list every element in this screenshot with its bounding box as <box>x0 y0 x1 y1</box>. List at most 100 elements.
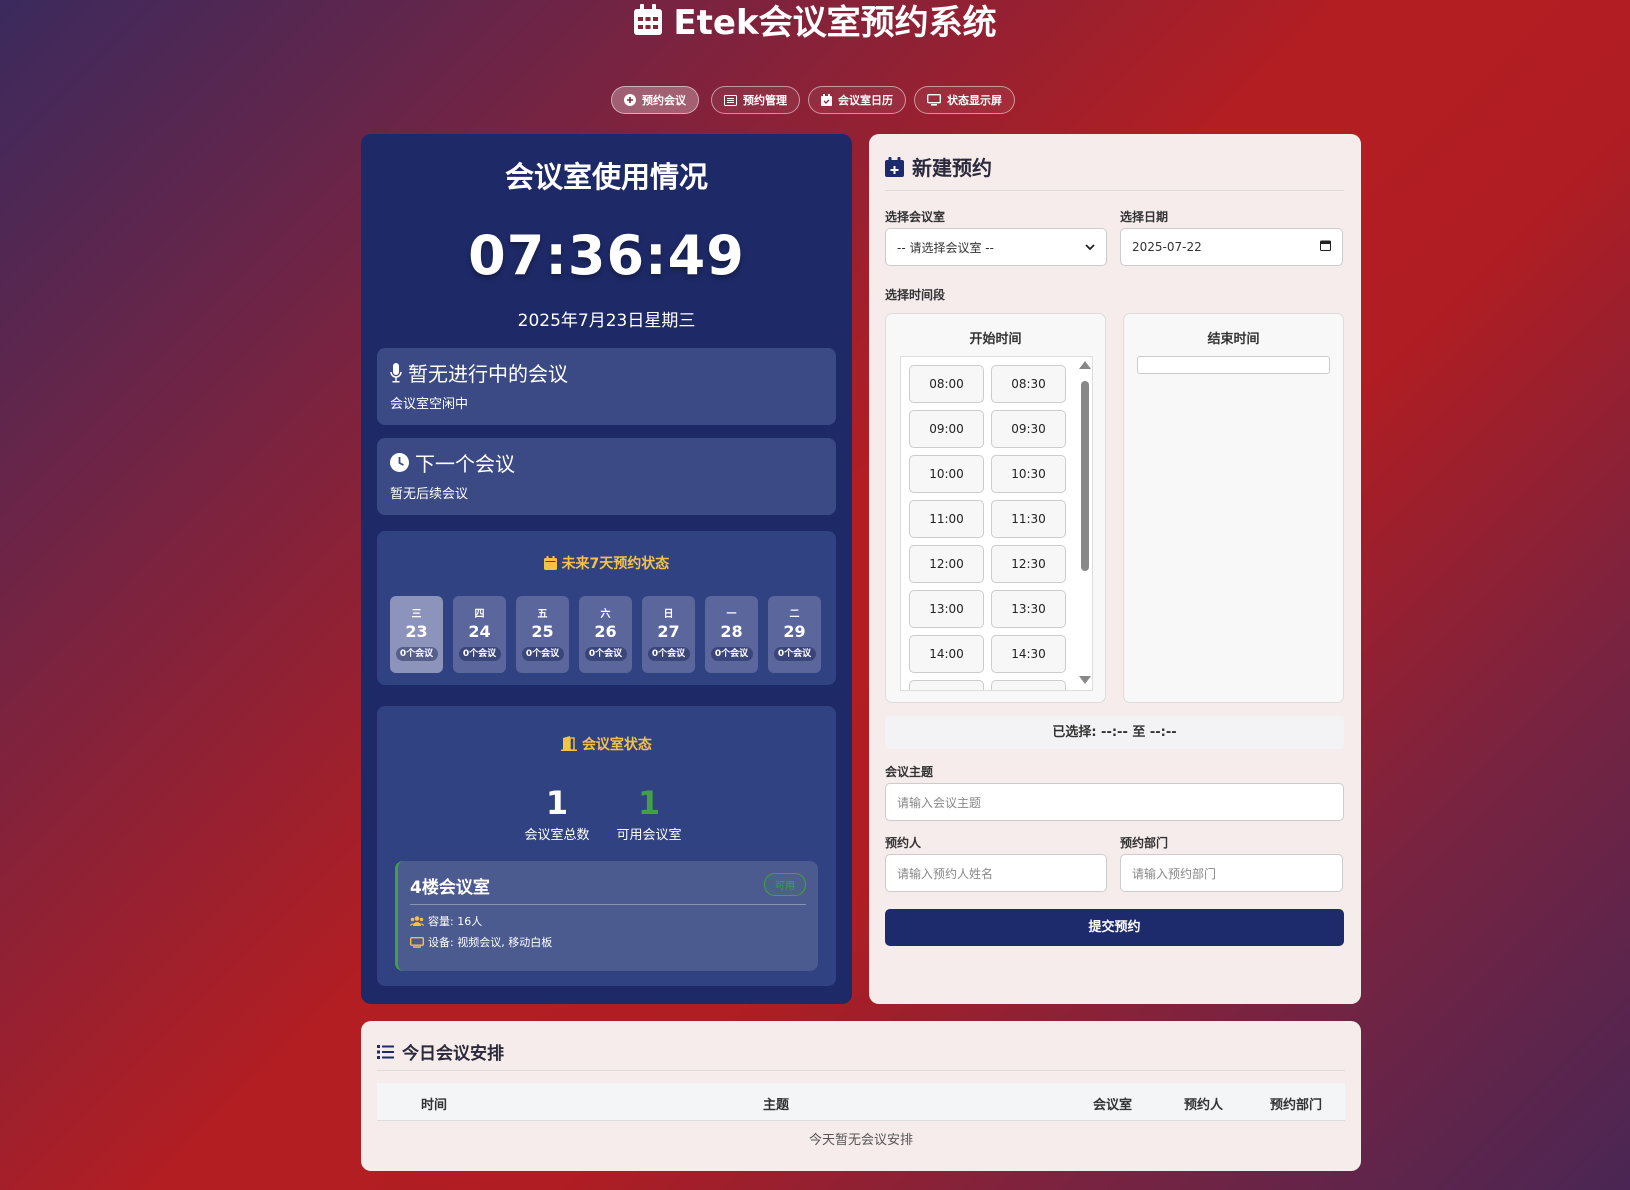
day-count: 0个会议 <box>521 647 564 661</box>
end-time-list[interactable] <box>1137 356 1330 374</box>
day-weekday: 一 <box>726 609 737 620</box>
day-weekday: 日 <box>663 609 674 620</box>
time-slot[interactable]: 13:30 <box>991 590 1066 628</box>
time-slot[interactable]: 14:00 <box>909 635 984 673</box>
col-room: 会议室 <box>1093 1098 1133 1113</box>
day-count: 0个会议 <box>710 647 753 661</box>
selected-range: 已选择: --:-- 至 --:-- <box>885 716 1344 749</box>
next-meeting-title: 下一个会议 <box>415 452 515 476</box>
day-weekday: 二 <box>789 609 800 620</box>
clock: 07:36:49 <box>468 224 745 287</box>
form-heading: 新建预约 <box>885 152 992 181</box>
time-slot[interactable]: 11:00 <box>909 500 984 538</box>
dept-input[interactable]: 请输入预约部门 <box>1120 854 1343 892</box>
divider <box>377 1070 1345 1071</box>
scroll-up-arrow[interactable] <box>1079 361 1091 369</box>
nav-status-display[interactable]: 状态显示屏 <box>914 86 1015 114</box>
divider <box>885 190 1344 191</box>
day-count: 0个会议 <box>458 647 501 661</box>
booking-form-panel: 新建预约 选择会议室 -- 请选择会议室 -- 选择日期 2025-07-22 … <box>869 134 1361 1004</box>
dept-label: 预约部门 <box>1120 836 1169 850</box>
day-card[interactable]: 四 24 0个会议 <box>453 596 506 673</box>
next-meeting-card: 下一个会议 暂无后续会议 <box>377 438 836 515</box>
time-slot[interactable]: 08:30 <box>991 365 1066 403</box>
scroll-down-arrow[interactable] <box>1079 676 1091 684</box>
col-time: 时间 <box>421 1098 448 1113</box>
time-slot[interactable]: 10:30 <box>991 455 1066 493</box>
microphone-icon <box>390 362 402 383</box>
topic-input[interactable]: 请输入会议主题 <box>885 783 1344 821</box>
time-slot[interactable]: 13:00 <box>909 590 984 628</box>
end-time-box: 结束时间 <box>1123 313 1344 703</box>
chevron-down-icon <box>1085 240 1095 254</box>
available-rooms-stat: 1 可用会议室 <box>609 784 689 843</box>
room-label: 选择会议室 <box>885 210 946 224</box>
status-panel: 会议室使用情况 07:36:49 2025年7月23日星期三 暂无进行中的会议 … <box>361 134 852 1004</box>
person-input[interactable]: 请输入预约人姓名 <box>885 854 1107 892</box>
topic-label: 会议主题 <box>885 765 934 779</box>
time-slot[interactable]: 10:00 <box>909 455 984 493</box>
room-status-title-text: 会议室状态 <box>581 737 652 753</box>
room-status: 会议室状态 1 会议室总数 1 可用会议室 4楼会议室 可用 容量: 16人 设… <box>377 706 836 986</box>
monitor-icon <box>927 94 941 106</box>
scrollbar[interactable] <box>1078 359 1091 688</box>
nav-label: 状态显示屏 <box>947 94 1002 107</box>
day-weekday: 六 <box>600 609 611 620</box>
day-card[interactable]: 二 29 0个会议 <box>768 596 821 673</box>
start-time-box: 开始时间 08:00 08:30 09:00 09:30 10:00 10:30… <box>885 313 1106 703</box>
clock-icon <box>390 453 409 472</box>
day-number: 25 <box>531 622 554 641</box>
day-card[interactable]: 日 27 0个会议 <box>642 596 695 673</box>
day-number: 28 <box>720 622 743 641</box>
calendar-plus-icon <box>885 156 904 177</box>
list-icon <box>377 1044 394 1059</box>
nav-manage-bookings[interactable]: 预约管理 <box>711 86 800 114</box>
room-card[interactable]: 4楼会议室 可用 容量: 16人 设备: 视频会议, 移动白板 <box>395 861 818 971</box>
app-title: Etek会议室预约系统 <box>0 0 1630 50</box>
time-slot[interactable]: 08:00 <box>909 365 984 403</box>
week-title: 未来7天预约状态 <box>377 553 836 573</box>
day-card[interactable]: 一 28 0个会议 <box>705 596 758 673</box>
time-slot[interactable]: 14:30 <box>991 635 1066 673</box>
day-weekday: 四 <box>474 609 485 620</box>
room-capacity: 容量: 16人 <box>410 913 806 929</box>
calendar-icon <box>633 0 663 50</box>
today-schedule: 今日会议安排 时间 主题 会议室 预约人 预约部门 今天暂无会议安排 <box>361 1021 1361 1171</box>
current-meeting-title: 暂无进行中的会议 <box>408 362 568 386</box>
start-time-list[interactable]: 08:00 08:30 09:00 09:30 10:00 10:30 11:0… <box>900 356 1093 691</box>
current-date: 2025年7月23日星期三 <box>517 311 696 331</box>
status-heading: 会议室使用情况 <box>504 160 708 194</box>
users-icon <box>410 916 424 926</box>
room-select-value: -- 请选择会议室 -- <box>897 240 994 255</box>
room-select[interactable]: -- 请选择会议室 -- <box>885 228 1107 266</box>
col-person: 预约人 <box>1184 1098 1224 1113</box>
total-rooms-stat: 1 会议室总数 <box>517 784 597 843</box>
date-input[interactable]: 2025-07-22 <box>1120 228 1343 266</box>
current-meeting-sub: 会议室空闲中 <box>390 397 469 412</box>
day-card[interactable]: 五 25 0个会议 <box>516 596 569 673</box>
time-slot[interactable]: 12:00 <box>909 545 984 583</box>
time-slot[interactable]: 11:30 <box>991 500 1066 538</box>
submit-button[interactable]: 提交预约 <box>885 909 1344 946</box>
calendar-icon[interactable] <box>1320 240 1331 254</box>
scrollbar-thumb[interactable] <box>1081 381 1089 571</box>
time-slot[interactable]: 09:30 <box>991 410 1066 448</box>
day-card[interactable]: 六 26 0个会议 <box>579 596 632 673</box>
today-heading: 今日会议安排 <box>377 1039 504 1064</box>
time-slot[interactable] <box>909 680 984 690</box>
time-slot[interactable]: 09:00 <box>909 410 984 448</box>
day-number: 23 <box>405 622 428 641</box>
monitor-icon <box>410 936 424 948</box>
room-equipment-text: 设备: 视频会议, 移动白板 <box>428 936 553 949</box>
date-label: 选择日期 <box>1120 210 1169 224</box>
nav-book-meeting[interactable]: 预约会议 <box>611 86 699 114</box>
today-heading-text: 今日会议安排 <box>402 1044 504 1064</box>
next-meeting-sub: 暂无后续会议 <box>390 487 469 502</box>
start-time-title: 开始时间 <box>969 332 1022 347</box>
nav-room-calendar[interactable]: 会议室日历 <box>808 86 906 114</box>
day-card[interactable]: 三 23 0个会议 <box>390 596 443 673</box>
time-slot[interactable]: 12:30 <box>991 545 1066 583</box>
day-count: 0个会议 <box>773 647 816 661</box>
day-number: 29 <box>783 622 806 641</box>
time-slot[interactable] <box>991 680 1066 690</box>
